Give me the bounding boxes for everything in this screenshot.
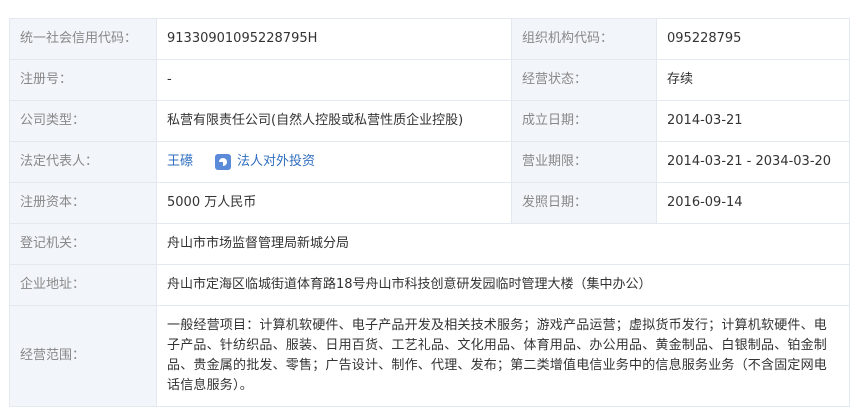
value-address: 舟山市定海区临城街道体育路18号舟山市科技创意研发园临时管理大楼（集中办公） (156, 264, 850, 306)
value-company-type: 私营有限责任公司(自然人控股或私营性质企业控股) (156, 100, 512, 142)
value-reg-capital: 5000 万人民币 (156, 182, 512, 224)
investment-icon (215, 154, 232, 170)
value-credit-code: 91330901095228795H (156, 18, 512, 60)
table-row: 注册号： - 经营状态： 存续 (9, 59, 850, 101)
label-credit-code: 统一社会信用代码： (9, 18, 157, 60)
table-row: 法定代表人： 王礤 法人对外投资 营业期限： 2014-03-21 - 2034… (9, 141, 850, 183)
label-reg-capital: 注册资本： (9, 182, 157, 224)
business-scope-text: 一般经营项目：计算机软硬件、电子产品开发及相关技术服务；游戏产品运营；虚拟货币发… (167, 318, 828, 393)
value-founded-date: 2014-03-21 (656, 100, 850, 142)
label-business-scope: 经营范围： (9, 305, 157, 407)
legal-rep-name-link[interactable]: 王礤 (167, 152, 193, 172)
label-legal-rep: 法定代表人： (9, 141, 157, 183)
table-row: 公司类型： 私营有限责任公司(自然人控股或私营性质企业控股) 成立日期： 201… (9, 100, 850, 142)
table-row: 注册资本： 5000 万人民币 发照日期： 2016-09-14 (9, 182, 850, 224)
value-license-date: 2016-09-14 (656, 182, 850, 224)
value-org-code: 095228795 (656, 18, 850, 60)
label-org-code: 组织机构代码： (511, 18, 657, 60)
value-status: 存续 (656, 59, 850, 101)
value-legal-rep: 王礤 法人对外投资 (156, 141, 512, 183)
value-business-term: 2014-03-21 - 2034-03-20 (656, 141, 850, 183)
label-business-term: 营业期限： (511, 141, 657, 183)
table-row: 企业地址： 舟山市定海区临城街道体育路18号舟山市科技创意研发园临时管理大楼（集… (9, 264, 850, 306)
label-status: 经营状态： (511, 59, 657, 101)
table-row: 经营范围： 一般经营项目：计算机软硬件、电子产品开发及相关技术服务；游戏产品运营… (9, 305, 850, 407)
table-row: 登记机关： 舟山市市场监督管理局新城分局 (9, 223, 850, 265)
label-address: 企业地址： (9, 264, 157, 306)
company-info-table: 统一社会信用代码： 91330901095228795H 组织机构代码： 095… (9, 18, 850, 407)
value-reg-no: - (156, 59, 512, 101)
label-founded-date: 成立日期： (511, 100, 657, 142)
legal-rep-wrap: 王礤 法人对外投资 (167, 152, 501, 172)
label-reg-no: 注册号： (9, 59, 157, 101)
value-business-scope: 一般经营项目：计算机软硬件、电子产品开发及相关技术服务；游戏产品运营；虚拟货币发… (156, 305, 850, 407)
table-row: 统一社会信用代码： 91330901095228795H 组织机构代码： 095… (9, 18, 850, 60)
label-license-date: 发照日期： (511, 182, 657, 224)
label-company-type: 公司类型： (9, 100, 157, 142)
label-reg-authority: 登记机关： (9, 223, 157, 265)
legal-rep-investment-link[interactable]: 法人对外投资 (237, 152, 315, 172)
value-reg-authority: 舟山市市场监督管理局新城分局 (156, 223, 850, 265)
